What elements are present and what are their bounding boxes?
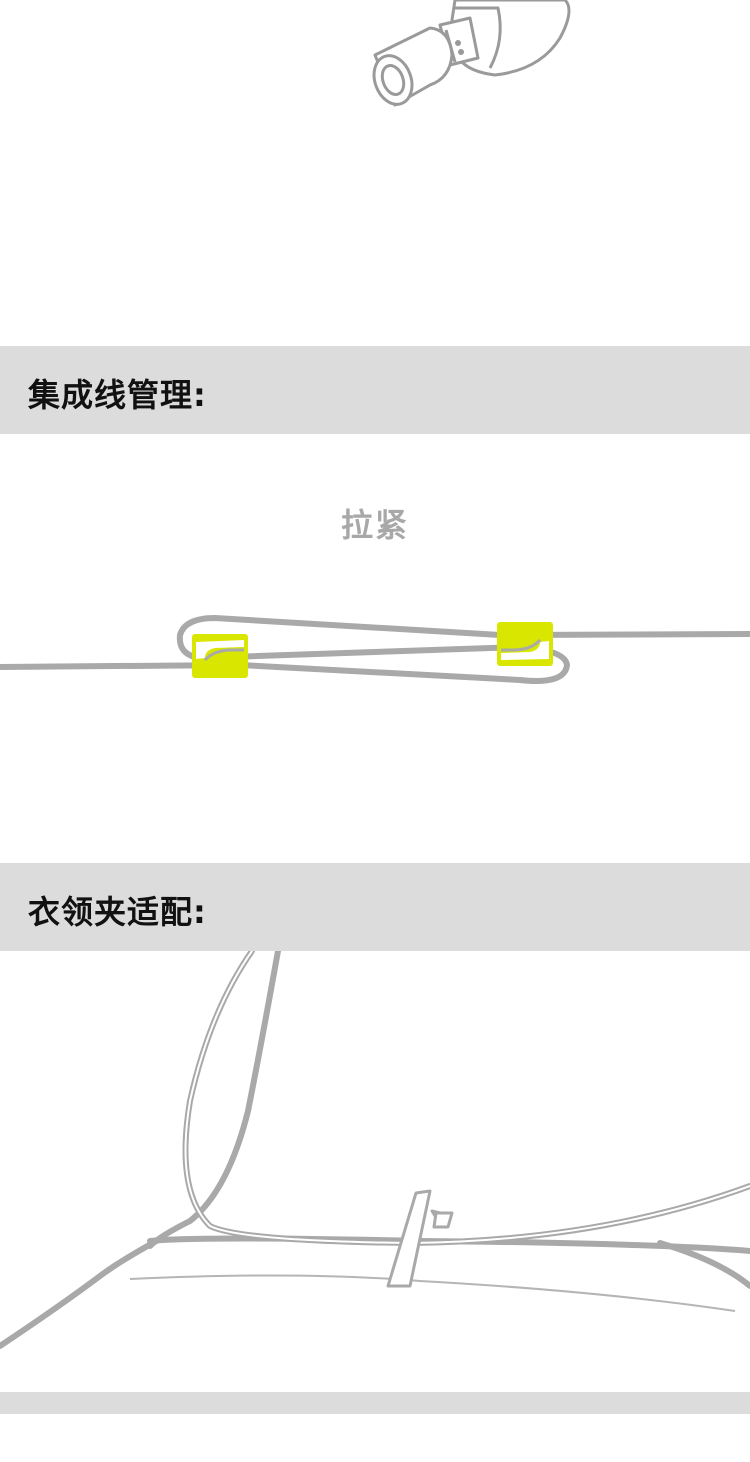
section-title: 集成线管理: (28, 376, 207, 414)
section-title: 衣领夹适配: (28, 893, 207, 931)
earbud-illustration (372, 0, 571, 107)
section-header-shirt-clip: 衣领夹适配: (0, 863, 750, 951)
footer-band (0, 1392, 750, 1414)
shirt-clip-illustration (0, 951, 750, 1349)
cable-loop-illustration (0, 615, 750, 684)
left-cable-clip (192, 634, 248, 678)
right-cable-clip (497, 622, 553, 666)
step-label: 拉紧 (340, 506, 409, 544)
section-header-cable-management: 集成线管理: (0, 346, 750, 434)
